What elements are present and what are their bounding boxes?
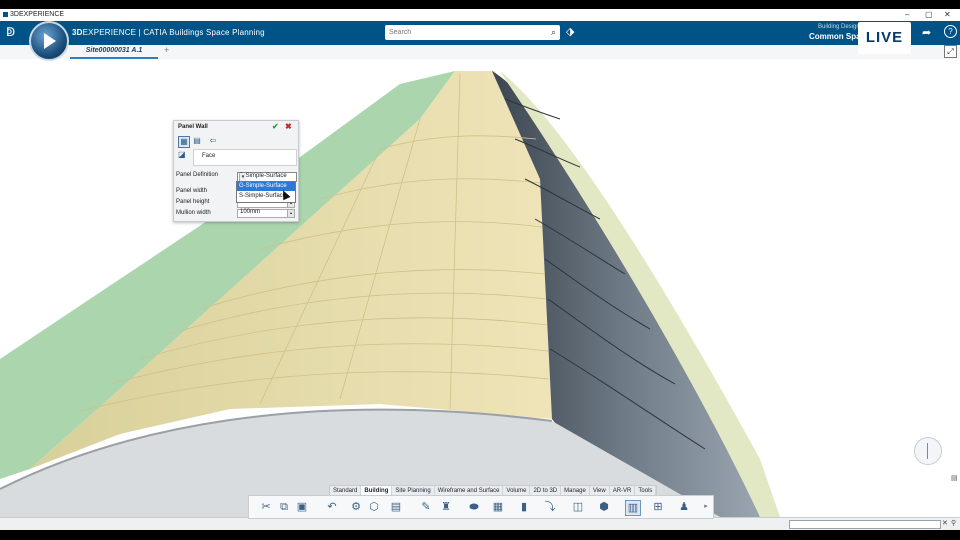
- brand-title: 3DEXPERIENCE | CATIA Buildings Space Pla…: [72, 28, 265, 37]
- mullion-width-label: Mullion width: [176, 210, 211, 216]
- dassault-logo-icon: ↁ: [6, 25, 16, 39]
- mesh-icon[interactable]: ⊞: [651, 500, 665, 514]
- column-icon[interactable]: ♜: [439, 500, 453, 514]
- clear-icon[interactable]: ✕: [942, 519, 948, 527]
- building-model[interactable]: [0, 59, 960, 517]
- brand-bold: 3D: [72, 28, 83, 37]
- tag-icon[interactable]: ⬗: [566, 25, 574, 38]
- chevron-right-icon[interactable]: ▸: [699, 500, 713, 514]
- chevron-down-icon[interactable]: ▾: [239, 173, 246, 181]
- side-panel-toggle-icon[interactable]: ▤: [951, 474, 958, 482]
- compass-play-button[interactable]: [29, 21, 69, 61]
- search-input[interactable]: [389, 27, 539, 38]
- window-title: 3DEXPERIENCE: [10, 11, 65, 18]
- update-icon[interactable]: ⚙: [349, 500, 363, 514]
- wall-icon[interactable]: ▮: [517, 500, 531, 514]
- close-icon[interactable]: ✖: [285, 122, 292, 131]
- search-box[interactable]: ⌕: [385, 25, 560, 40]
- stair-icon[interactable]: ⤵: [543, 500, 557, 514]
- brand-rest: EXPERIENCE | CATIA: [82, 28, 167, 37]
- direction-icon[interactable]: ⇦: [208, 136, 218, 146]
- mullion-width-value: 100mm: [240, 209, 261, 215]
- panel-wall-dialog: Panel Wall ✔ ✖ ▦ ▤ ⇦ ◪ Face Panel Defini…: [173, 120, 299, 222]
- minimize-button[interactable]: –: [905, 10, 909, 19]
- add-tab-button[interactable]: +: [164, 45, 169, 55]
- restore-button[interactable]: ▢: [925, 10, 933, 19]
- slab-icon[interactable]: ⬬: [467, 500, 481, 514]
- surface-select-icon[interactable]: ▦: [178, 136, 190, 148]
- 3d-viewport[interactable]: [0, 59, 960, 517]
- copy-icon[interactable]: ⧉: [277, 500, 291, 514]
- search-icon[interactable]: ⌕: [551, 27, 556, 38]
- panel-definition-label: Panel Definition: [176, 172, 219, 178]
- paste-icon[interactable]: ▣: [295, 500, 309, 514]
- check-icon[interactable]: ✔: [272, 122, 279, 131]
- panel-height-label: Panel height: [176, 199, 210, 205]
- person-icon[interactable]: ♟: [677, 500, 691, 514]
- cube-icon[interactable]: ⬡: [367, 500, 381, 514]
- expand-icon[interactable]: ⤢: [944, 45, 957, 58]
- box-icon[interactable]: ⬢: [597, 500, 611, 514]
- grid-options-icon[interactable]: ▤: [192, 136, 202, 146]
- document-tab-bar: Site00000031 A.1 +: [0, 45, 960, 60]
- undo-icon[interactable]: ↶: [325, 500, 339, 514]
- panel-width-label: Panel width: [176, 188, 208, 194]
- command-input[interactable]: [789, 520, 941, 529]
- app-logo-icon: [3, 12, 8, 17]
- door-icon[interactable]: ◫: [571, 500, 585, 514]
- share-icon[interactable]: ➦: [922, 26, 931, 39]
- app-top-bar: ↁ 3DEXPERIENCE | CATIA Buildings Space P…: [0, 21, 960, 45]
- tab-site-document[interactable]: Site00000031 A.1: [70, 45, 158, 59]
- layers-icon[interactable]: ▤: [389, 500, 403, 514]
- panel-definition-value: G-Simple-Surface: [239, 173, 287, 179]
- close-window-button[interactable]: ✕: [944, 10, 951, 19]
- panel-wall-title: Panel Wall: [178, 124, 208, 130]
- filter-icon[interactable]: ⚲: [951, 519, 956, 527]
- sketch-icon[interactable]: ✎: [419, 500, 433, 514]
- window-title-bar: 3DEXPERIENCE – ▢ ✕: [0, 9, 960, 21]
- cut-icon[interactable]: ✂: [259, 500, 273, 514]
- view-compass-icon[interactable]: [914, 437, 942, 465]
- help-icon[interactable]: ?: [944, 25, 957, 38]
- live-badge: LIVE: [858, 22, 911, 54]
- panel-wall-icon[interactable]: ▥: [625, 500, 641, 516]
- mullion-width-stepper[interactable]: ▴: [287, 209, 295, 218]
- context-subtitle: Building Design: [818, 24, 860, 30]
- mullion-width-field[interactable]: 100mm: [237, 209, 289, 218]
- face-icon: ◪: [178, 150, 186, 159]
- grid-icon[interactable]: ▦: [491, 500, 505, 514]
- face-value: Face: [202, 153, 216, 159]
- action-bar-toolbar: ✂ ⧉ ▣ ↶ ⚙ ⬡ ▤ ✎ ♜ ⬬ ▦ ▮ ⤵ ◫ ⬢ ▥ ⊞ ♟ ▸: [248, 495, 714, 519]
- play-icon: [44, 33, 56, 49]
- face-selection-box[interactable]: Face: [193, 149, 297, 166]
- app-name: Buildings Space Planning: [169, 28, 265, 37]
